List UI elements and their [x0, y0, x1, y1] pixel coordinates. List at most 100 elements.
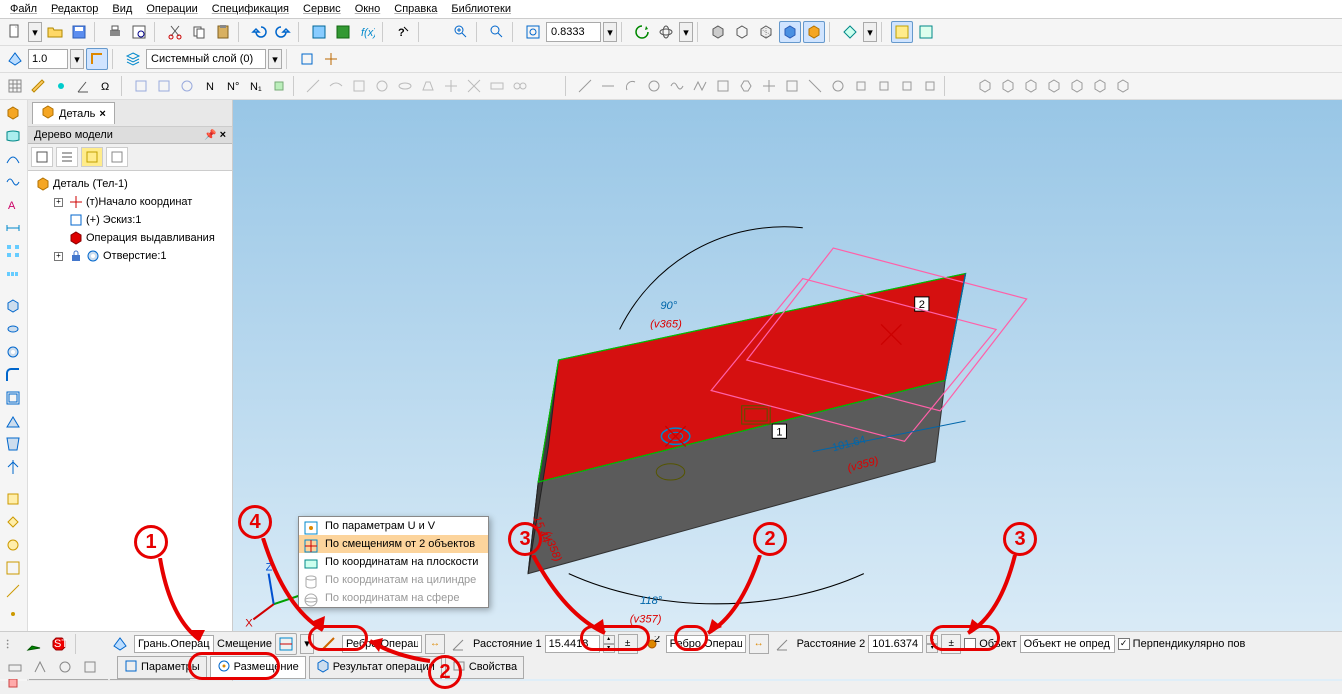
sk-omega-icon[interactable]: Ω [96, 75, 118, 97]
layer-combo[interactable] [146, 49, 266, 69]
open-icon[interactable] [44, 21, 66, 43]
section-dropdown[interactable]: ▾ [863, 22, 877, 42]
sk-d9-icon[interactable] [486, 75, 508, 97]
pin-icon[interactable]: 📌 [204, 130, 216, 141]
prop-r2c-icon[interactable] [54, 656, 76, 678]
dist2-input[interactable] [868, 635, 923, 653]
sk-e8-icon[interactable] [735, 75, 757, 97]
sk-f4-icon[interactable] [1043, 75, 1065, 97]
zoom-input[interactable] [546, 22, 601, 42]
sk-angle-icon[interactable] [73, 75, 95, 97]
vtool-rib-icon[interactable] [2, 410, 24, 432]
sk-f5-icon[interactable] [1066, 75, 1088, 97]
tree-btn2-icon[interactable] [56, 147, 78, 167]
menu-service[interactable]: Сервис [303, 3, 341, 15]
layers-icon[interactable] [122, 48, 144, 70]
tree-extrude[interactable]: Операция выдавливания [50, 229, 228, 247]
menu-file[interactable]: Файл [10, 3, 37, 15]
sk-d4-icon[interactable] [371, 75, 393, 97]
sk-c1-icon[interactable] [268, 75, 290, 97]
zoom-dropdown[interactable]: ▾ [603, 22, 617, 42]
perp-checkbox[interactable]: ✓ [1118, 638, 1130, 650]
sk-e2-icon[interactable] [597, 75, 619, 97]
menu-editor[interactable]: Редактор [51, 3, 98, 15]
tree-root[interactable]: Деталь (Тел-1) [32, 175, 228, 193]
wireframe-icon[interactable] [731, 21, 753, 43]
scale-input[interactable] [28, 49, 68, 69]
prop-r2d-icon[interactable] [79, 656, 101, 678]
vtool-fillet-icon[interactable] [2, 364, 24, 386]
menu-operations[interactable]: Операции [146, 3, 197, 15]
fx-icon[interactable]: f(x) [356, 21, 378, 43]
vtool-array2-icon[interactable] [2, 263, 24, 285]
menu-window[interactable]: Окно [355, 3, 381, 15]
sk-a3-icon[interactable] [176, 75, 198, 97]
menu-view[interactable]: Вид [112, 3, 132, 15]
ortho-icon[interactable] [86, 48, 108, 70]
sk-e9-icon[interactable] [758, 75, 780, 97]
sk-f6-icon[interactable] [1089, 75, 1111, 97]
vtool-extrude-icon[interactable] [2, 295, 24, 317]
menu-specification[interactable]: Спецификация [212, 3, 289, 15]
vtool-curve2-icon[interactable] [2, 171, 24, 193]
sk-e7-icon[interactable] [712, 75, 734, 97]
paste-icon[interactable] [212, 21, 234, 43]
sk-e1-icon[interactable] [574, 75, 596, 97]
style2-icon[interactable] [915, 21, 937, 43]
object-field[interactable] [1020, 635, 1115, 653]
tree-btn1-icon[interactable] [31, 147, 53, 167]
prop-r2a-icon[interactable] [4, 656, 26, 678]
sk-origin-icon[interactable] [50, 75, 72, 97]
zoom-in-icon[interactable] [450, 21, 472, 43]
zoom-fit-icon[interactable] [522, 21, 544, 43]
sk-f3-icon[interactable] [1020, 75, 1042, 97]
tree-btn4-icon[interactable] [106, 147, 128, 167]
sk-e14-icon[interactable] [873, 75, 895, 97]
sk-e12-icon[interactable] [827, 75, 849, 97]
sk-e13-icon[interactable] [850, 75, 872, 97]
sk-d1-icon[interactable] [302, 75, 324, 97]
prop-handle-icon[interactable] [4, 633, 20, 655]
save2-icon[interactable] [332, 21, 354, 43]
tree-origin[interactable]: + (т)Начало координат [50, 193, 228, 211]
preview-icon[interactable] [128, 21, 150, 43]
plane-icon[interactable] [4, 48, 26, 70]
tool-a-icon[interactable] [296, 48, 318, 70]
prop-r2b-icon[interactable] [29, 656, 51, 678]
save-icon[interactable] [68, 21, 90, 43]
vtool-curve1-icon[interactable] [2, 148, 24, 170]
vtool-g2-icon[interactable] [2, 511, 24, 533]
sk-d10-icon[interactable] [509, 75, 531, 97]
sk-f2-icon[interactable] [997, 75, 1019, 97]
orbit-dropdown[interactable]: ▾ [679, 22, 693, 42]
face-select-icon[interactable] [109, 633, 131, 655]
hidden-icon[interactable] [755, 21, 777, 43]
sk-d5-icon[interactable] [394, 75, 416, 97]
print-icon[interactable] [104, 21, 126, 43]
sk-a1-icon[interactable] [130, 75, 152, 97]
sk-n1-icon[interactable]: N [199, 75, 221, 97]
sk-d8-icon[interactable] [463, 75, 485, 97]
expander-icon[interactable]: + [54, 198, 63, 207]
menu-libraries[interactable]: Библиотеки [451, 3, 511, 15]
zoom-window-icon[interactable] [486, 21, 508, 43]
sk-d6-icon[interactable] [417, 75, 439, 97]
tree-sketch[interactable]: (+) Эскиз:1 [50, 211, 228, 229]
vtool-text-icon[interactable]: A [2, 194, 24, 216]
sk-measure-icon[interactable] [27, 75, 49, 97]
sk-d2-icon[interactable] [325, 75, 347, 97]
tool-b-icon[interactable] [320, 48, 342, 70]
sk-n2-icon[interactable]: N° [222, 75, 244, 97]
vtool-surface-icon[interactable] [2, 125, 24, 147]
vtool-dim-icon[interactable] [2, 217, 24, 239]
help-icon[interactable]: ? [392, 21, 414, 43]
library-icon[interactable] [308, 21, 330, 43]
sk-e16-icon[interactable] [919, 75, 941, 97]
refresh-icon[interactable] [631, 21, 653, 43]
new-dropdown[interactable]: ▾ [28, 22, 42, 42]
vtool-array1-icon[interactable] [2, 240, 24, 262]
sk-e4-icon[interactable] [643, 75, 665, 97]
tab-close-icon[interactable]: × [99, 108, 105, 120]
tree-close-icon[interactable]: × [220, 129, 226, 141]
scale-dropdown[interactable]: ▾ [70, 49, 84, 69]
